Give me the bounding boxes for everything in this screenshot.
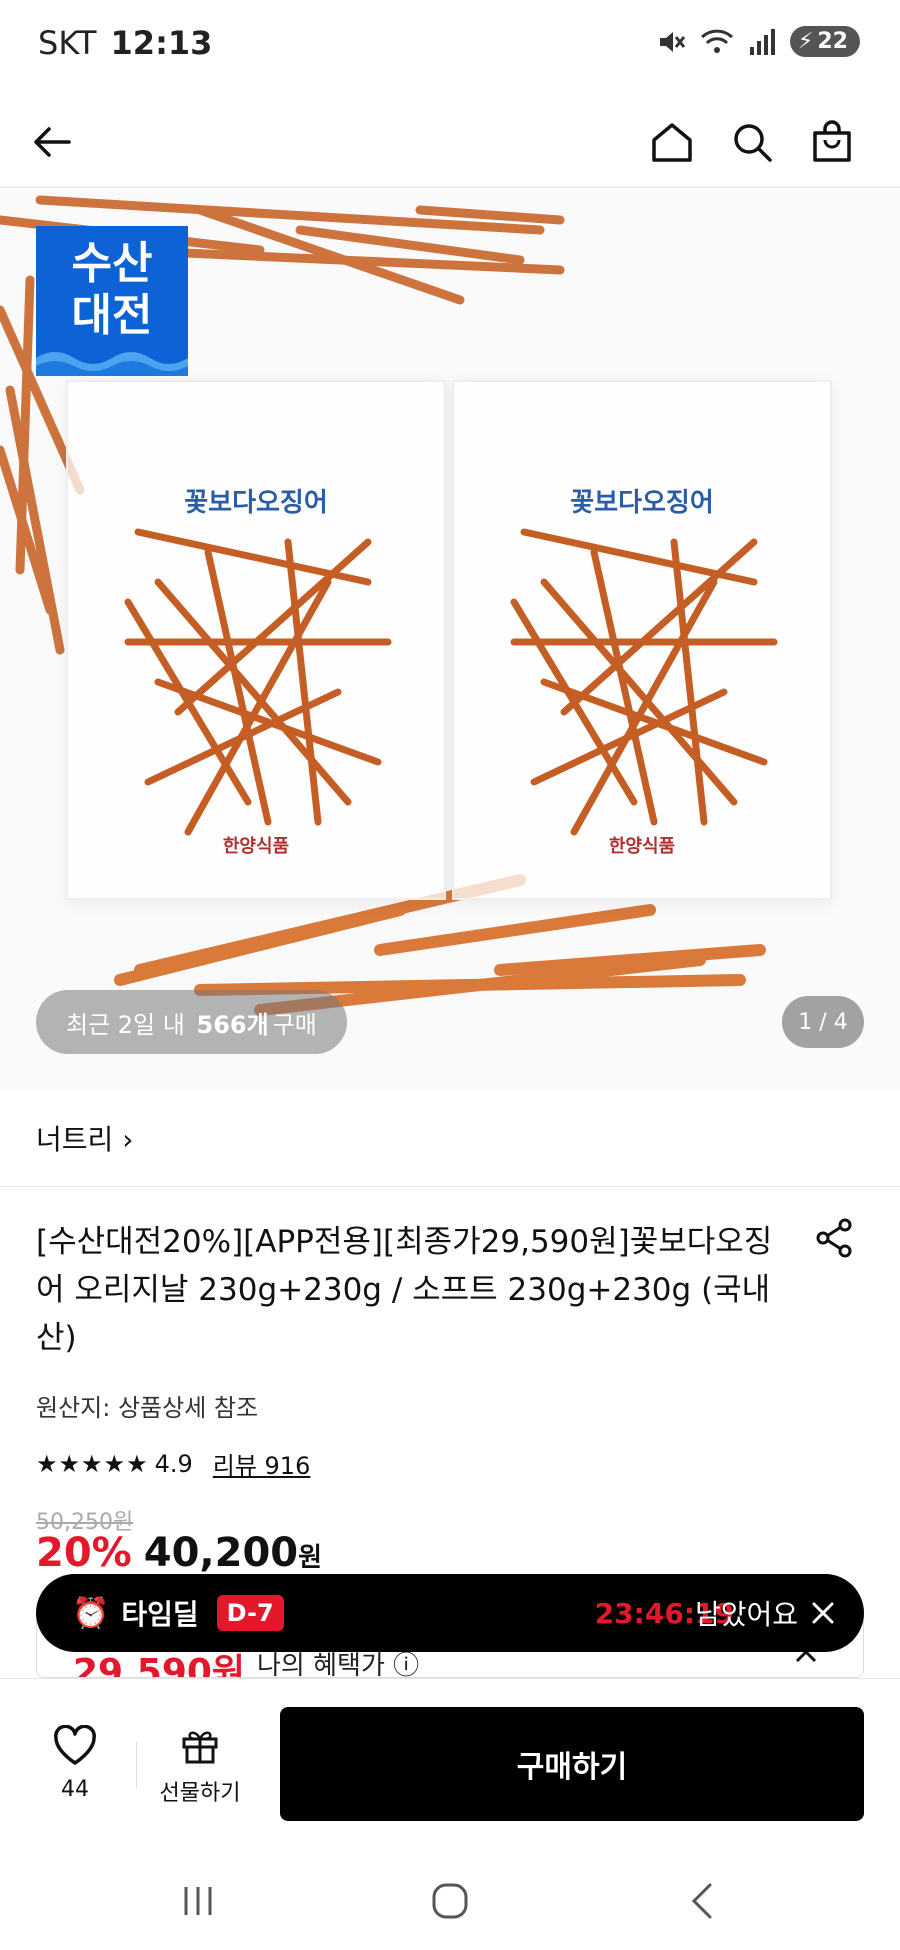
seller-link[interactable]: 너트리 › <box>36 1118 133 1158</box>
battery-charging-icon: ⚡ <box>797 29 814 54</box>
badge-line2: 대전 <box>71 290 153 341</box>
close-icon[interactable] <box>808 1598 838 1628</box>
like-count: 44 <box>61 1777 89 1802</box>
battery-level: 22 <box>817 29 848 54</box>
timedeal-banner[interactable]: ⏰ 타임딜 D-7 23:46:19 남았어요 <box>36 1574 864 1652</box>
home-system-button[interactable] <box>420 1876 480 1926</box>
back-system-button[interactable] <box>672 1876 732 1926</box>
purchase-suffix: 구매 <box>272 1010 317 1039</box>
fisheries-fair-badge: 수산 대전 <box>36 226 188 376</box>
cart-button[interactable] <box>804 114 860 170</box>
shopping-bag-icon <box>813 120 851 162</box>
bag-maker-label: 한양식품 <box>608 836 676 857</box>
divider <box>136 1741 137 1789</box>
image-counter: 1 / 4 <box>782 996 864 1048</box>
seller-name: 너트리 <box>36 1123 114 1156</box>
discount-price: 40,200원 <box>144 1536 322 1576</box>
timedeal-label: 타임딜 <box>121 1598 199 1631</box>
won-unit: 원 <box>298 1543 323 1573</box>
gift-icon <box>182 1731 218 1764</box>
origin-text: 원산지: 상품상세 참조 <box>36 1394 259 1422</box>
top-nav <box>0 96 900 188</box>
bag-contents <box>510 528 778 836</box>
gift-button[interactable]: 선물하기 <box>150 1725 250 1807</box>
discount-percent: 20% <box>36 1536 132 1576</box>
product-bag-right: 꽃보다오징어 한양식품 <box>452 380 832 900</box>
bag-contents <box>124 528 392 836</box>
recent-apps-icon <box>184 1887 212 1915</box>
home-button[interactable] <box>644 114 700 170</box>
mute-icon <box>659 31 686 52</box>
buy-button[interactable]: 구매하기 <box>280 1707 864 1821</box>
original-price: 50,250원 <box>36 1510 134 1535</box>
remaining-label: 남았어요 <box>694 1598 798 1631</box>
discount-row: 20% 40,200원 <box>36 1536 322 1576</box>
purchase-count: 566개 <box>196 1010 269 1039</box>
chevron-left-icon <box>691 1883 712 1919</box>
badge-line1: 수산 <box>71 238 153 289</box>
rating-value: 4.9 <box>154 1449 193 1478</box>
battery-indicator: ⚡ 22 <box>789 26 860 57</box>
home-circle-icon <box>432 1883 468 1919</box>
status-bar: SKT 12:13 ⚡ 22 <box>0 0 900 88</box>
alarm-clock-icon: ⏰ <box>72 1595 110 1631</box>
bottom-action-bar: 44 선물하기 구매하기 <box>0 1678 900 1838</box>
product-image-carousel[interactable]: 수산 대전 꽃보다오징어 한양식품 꽃보다오징어 한양식품 최근 2일 내 56… <box>0 190 900 1090</box>
recent-apps-button[interactable] <box>168 1876 228 1926</box>
dday-badge: D-7 <box>216 1595 284 1631</box>
home-icon <box>652 123 692 162</box>
product-bag-left: 꽃보다오징어 한양식품 <box>66 380 446 900</box>
share-icon <box>816 1218 852 1258</box>
signal-icon <box>749 28 775 55</box>
back-arrow-icon <box>34 127 71 157</box>
heart-icon <box>54 1724 96 1765</box>
rating-row: ★★★★★ 4.9 리뷰 916 <box>36 1446 310 1481</box>
system-nav-bar <box>0 1850 900 1950</box>
purchase-prefix: 최근 2일 내 <box>66 1010 185 1039</box>
star-rating-icon: ★★★★★ <box>36 1449 149 1478</box>
divider <box>0 1186 900 1187</box>
discount-price-value: 40,200 <box>143 1536 299 1576</box>
search-button[interactable] <box>724 114 780 170</box>
like-button[interactable]: 44 <box>40 1724 110 1802</box>
wave-icon <box>36 352 188 376</box>
chevron-right-icon: › <box>122 1123 134 1156</box>
carrier-time: SKT 12:13 <box>38 24 212 62</box>
clock-time: 12:13 <box>110 24 213 62</box>
back-button[interactable] <box>24 114 80 170</box>
carrier-label: SKT <box>38 24 97 62</box>
search-icon <box>734 124 772 162</box>
gift-label: 선물하기 <box>159 1781 241 1806</box>
reviews-link[interactable]: 리뷰 916 <box>213 1446 311 1481</box>
wifi-icon <box>700 29 733 53</box>
bag-maker-label: 한양식품 <box>222 836 290 857</box>
product-title: [수산대전20%][APP전용][최종가29,590원]꽃보다오징어 오리지날 … <box>36 1224 773 1356</box>
share-button[interactable] <box>812 1216 862 1266</box>
status-icons: ⚡ 22 <box>656 26 860 57</box>
recent-purchase-pill: 최근 2일 내 566개 구매 <box>36 990 347 1054</box>
